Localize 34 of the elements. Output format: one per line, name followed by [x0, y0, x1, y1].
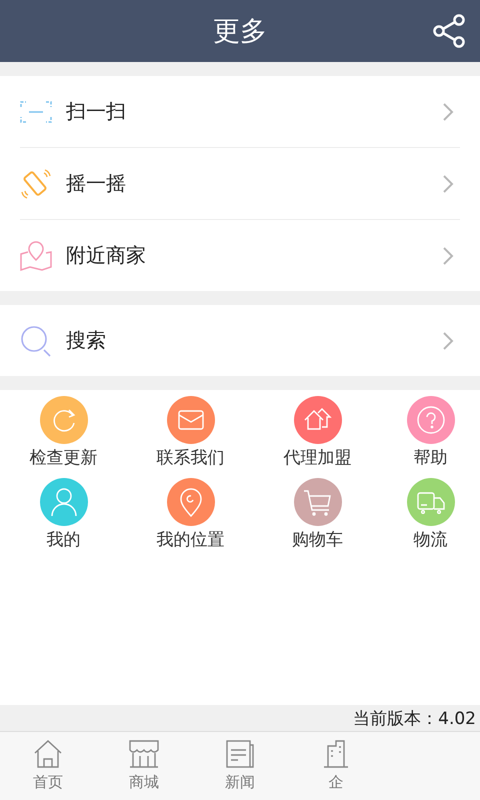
- tab-item[interactable]: 企: [288, 732, 384, 800]
- page-title: 更多: [213, 15, 267, 49]
- menu-item[interactable]: 搜索: [0, 305, 480, 376]
- scan-icon: [20, 100, 52, 124]
- menu-item[interactable]: 摇一摇: [0, 148, 480, 219]
- shortcut-item[interactable]: 我的位置: [127, 478, 254, 560]
- newspaper-icon: [224, 738, 256, 770]
- map-pin-icon: [20, 240, 52, 272]
- tab-item[interactable]: 新闻: [192, 732, 288, 800]
- menu-label: 扫一扫: [66, 98, 127, 125]
- menu-label: 搜索: [66, 327, 107, 354]
- search-icon: [20, 324, 52, 356]
- shortcut-item[interactable]: 代理加盟: [254, 396, 381, 478]
- chevron-icon: [442, 174, 454, 194]
- chevron-icon: [442, 246, 454, 266]
- menu-label: 附近商家: [66, 242, 147, 269]
- shortcut-item[interactable]: 帮助: [381, 396, 480, 478]
- tab-item[interactable]: 首页: [0, 732, 96, 800]
- chevron-icon: [442, 330, 454, 350]
- shortcut-item[interactable]: 我的: [0, 478, 127, 560]
- menu-label: 摇一摇: [66, 170, 127, 197]
- tab-item[interactable]: 商城: [96, 732, 192, 800]
- version-text: 当前版本：4.02: [353, 708, 476, 730]
- menu-item[interactable]: 扫一扫: [0, 76, 480, 147]
- shortcut-item[interactable]: 购物车: [254, 478, 381, 560]
- shortcut-item[interactable]: 检查更新: [0, 396, 127, 478]
- home-icon: [32, 738, 64, 770]
- chevron-icon: [442, 102, 454, 122]
- phone-vibrate-icon: [20, 168, 52, 200]
- shortcut-item[interactable]: 物流: [381, 478, 480, 560]
- share-icon[interactable]: [432, 14, 466, 48]
- storefront-icon: [128, 738, 160, 770]
- menu-item[interactable]: 附近商家: [0, 220, 480, 291]
- shortcut-item[interactable]: 联系我们: [127, 396, 254, 478]
